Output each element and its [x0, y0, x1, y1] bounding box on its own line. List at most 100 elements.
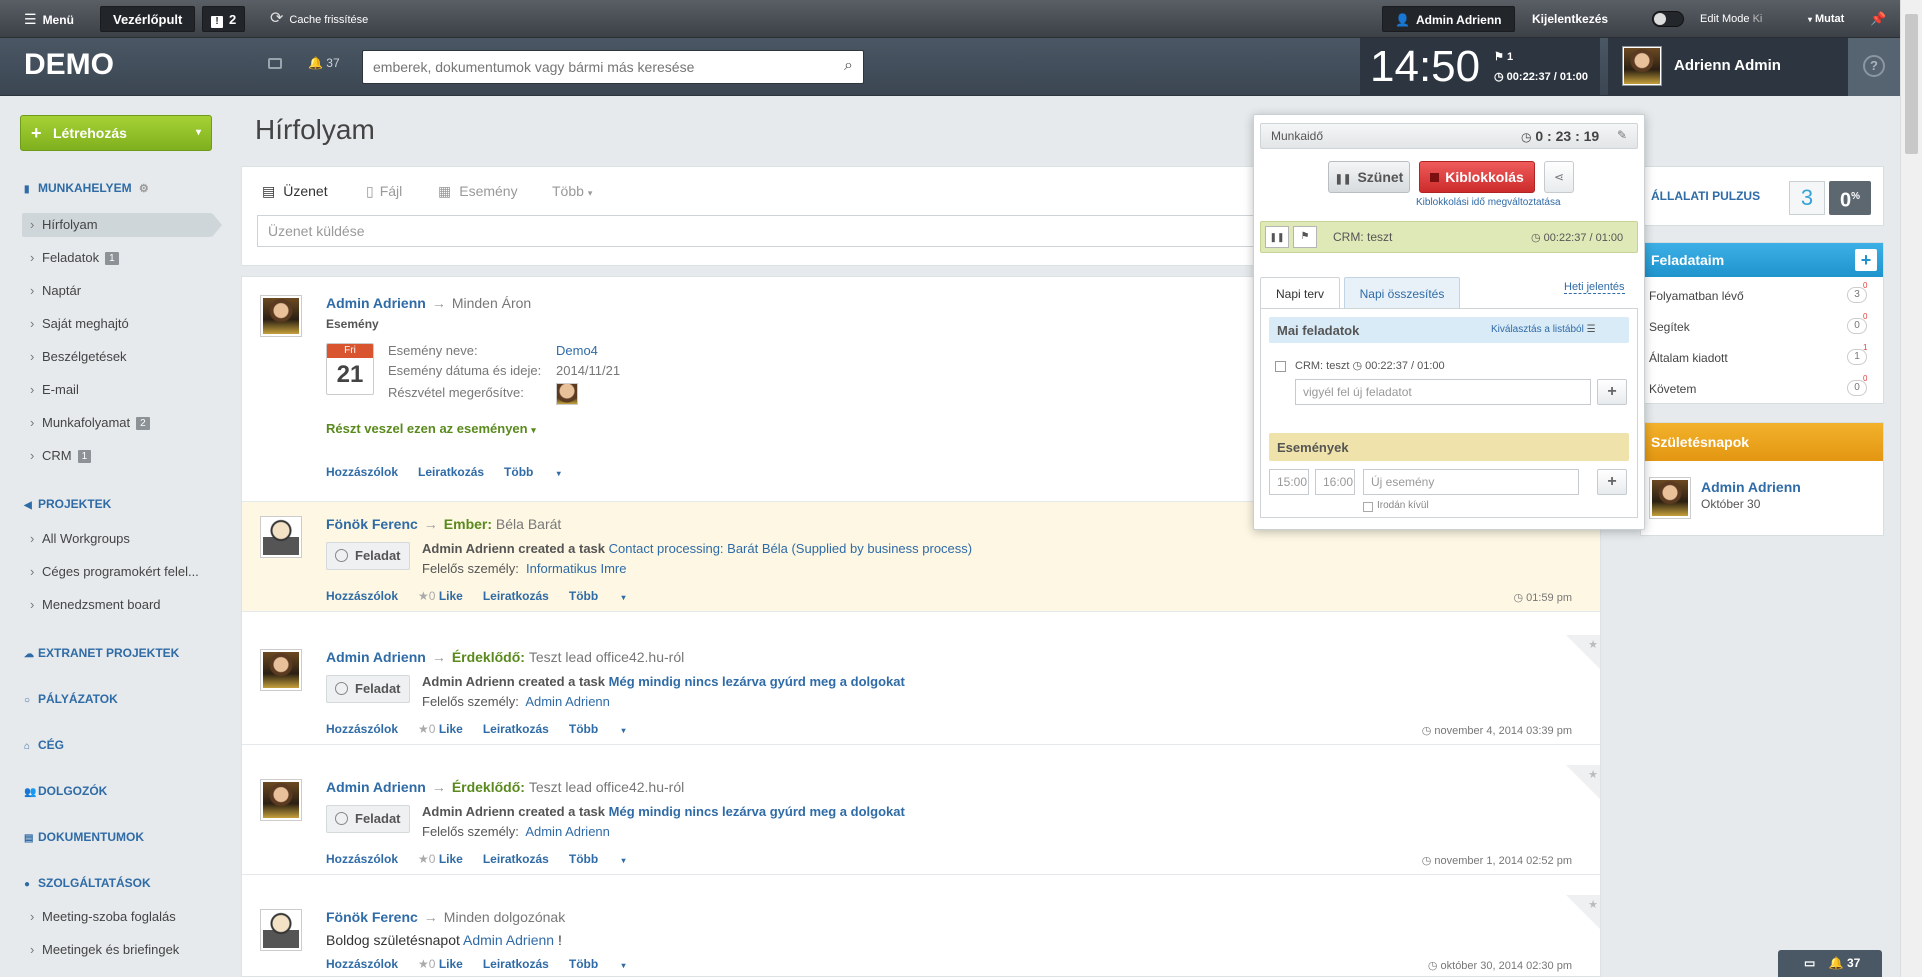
sidebar-item-management-board[interactable]: Menedzsment board [22, 593, 212, 617]
section-services[interactable]: ● SZOLGÁLTATÁSOK [24, 876, 151, 890]
out-of-office-checkbox[interactable] [1363, 502, 1373, 512]
tab-file[interactable]: ▯ Fájl [366, 183, 402, 200]
event-time-to[interactable]: 16:00 [1315, 469, 1355, 495]
birthday-name[interactable]: Admin Adrienn [1701, 479, 1801, 495]
sidebar-item-workflow[interactable]: Munkafolyamat2 [22, 411, 212, 435]
unsubscribe-link[interactable]: Leiratkozás [483, 957, 549, 971]
tab-more[interactable]: Több ▾ [552, 183, 592, 199]
unsubscribe-link[interactable]: Leiratkozás [418, 465, 484, 479]
new-event-input[interactable]: Új esemény [1363, 469, 1579, 495]
tab-daily-plan[interactable]: Napi terv [1260, 277, 1340, 309]
more-link[interactable]: Több ▾ [569, 722, 646, 736]
avatar[interactable] [260, 649, 302, 691]
task-row-assigned[interactable]: Általam kiadott [1649, 351, 1728, 365]
section-employees[interactable]: 👥 DOLGOZÓK [24, 784, 107, 798]
task-checkbox[interactable] [1275, 361, 1286, 372]
event-name-link[interactable]: Demo4 [556, 343, 598, 358]
tab-message[interactable]: ▤ Üzenet [262, 183, 328, 200]
edit-icon[interactable]: ✎ [1617, 128, 1627, 142]
responsible-link[interactable]: Informatikus Imre [526, 561, 626, 576]
clock-box[interactable]: 14:50 ⚑ 1 ◷ 00:22:37 / 01:00 [1360, 38, 1600, 96]
attend-dropdown[interactable]: Részt veszel ezen az eseményen ▾ [326, 421, 536, 436]
like-button[interactable]: ★0 Like [418, 957, 463, 971]
more-link[interactable]: Több ▾ [569, 957, 646, 971]
add-task-plus-button[interactable]: + [1597, 379, 1627, 405]
task-link[interactable]: Még mindig nincs lezárva gyúrd meg a dol… [609, 674, 905, 689]
avatar[interactable] [260, 779, 302, 821]
like-button[interactable]: ★0 Like [418, 722, 463, 736]
avatar[interactable] [260, 516, 302, 558]
sidebar-item-drive[interactable]: Saját meghajtó [22, 312, 212, 336]
sidebar-item-conversations[interactable]: Beszélgetések [22, 345, 212, 369]
scrollbar[interactable] [1900, 0, 1922, 977]
responsible-link[interactable]: Admin Adrienn [525, 824, 610, 839]
add-task-button[interactable]: + [1855, 249, 1877, 271]
sidebar-item-meeting-room[interactable]: Meeting-szoba foglalás [22, 905, 212, 929]
post-author[interactable]: Admin Adrienn → Érdeklődő: Teszt lead offi… [326, 779, 684, 795]
sidebar-item-company-programs[interactable]: Céges programokért felel... [22, 560, 212, 584]
share-button[interactable]: ⋖ [1544, 161, 1574, 193]
avatar[interactable] [1649, 477, 1691, 519]
comment-link[interactable]: Hozzászólok [326, 589, 398, 603]
task-row-in-progress[interactable]: Folyamatban lévő [1649, 289, 1744, 303]
sidebar-item-feed[interactable]: Hírfolyam [22, 213, 212, 237]
more-link[interactable]: Több ▾ [569, 852, 646, 866]
like-button[interactable]: ★0 Like [418, 589, 463, 603]
task-row-following[interactable]: Követem [1649, 382, 1696, 396]
search-icon[interactable]: ⌕ [844, 57, 853, 75]
more-link[interactable]: Több ▾ [504, 465, 581, 479]
sidebar-item-workgroups[interactable]: All Workgroups [22, 527, 212, 551]
task-row-helping[interactable]: Segítek [1649, 320, 1690, 334]
responsible-link[interactable]: Admin Adrienn [525, 694, 610, 709]
flag-task-button[interactable]: ⚑ [1293, 226, 1317, 248]
user-box[interactable]: Adrienn Admin [1608, 38, 1848, 96]
scrollbar-thumb[interactable] [1905, 14, 1918, 154]
avatar[interactable] [260, 295, 302, 337]
section-documents[interactable]: ▤ DOKUMENTUMOK [24, 830, 144, 844]
change-clockout-link[interactable]: Kiblokkolási idő megváltoztatása [1416, 197, 1561, 208]
logout-link[interactable]: Kijelentkezés [1532, 0, 1608, 38]
event-time-from[interactable]: 15:00 [1269, 469, 1309, 495]
post-author[interactable]: Admin Adrienn → Minden Áron [326, 295, 531, 311]
sidebar-item-email[interactable]: E-mail [22, 378, 212, 402]
sidebar-item-crm[interactable]: CRM1 [22, 444, 212, 468]
help-area[interactable]: ? [1848, 38, 1900, 96]
search-input[interactable] [363, 51, 813, 83]
section-tenders[interactable]: ○ PÁLYÁZATOK [24, 692, 118, 706]
favorite-corner[interactable]: ★ [1566, 635, 1600, 671]
weekly-report-link[interactable]: Heti jelentés [1564, 281, 1625, 294]
section-extranet[interactable]: ☁ EXTRANET PROJEKTEK [24, 646, 179, 660]
pin-icon[interactable]: 📌 [1870, 0, 1886, 38]
like-button[interactable]: ★0 Like [418, 852, 463, 866]
admin-user-button[interactable]: 👤 Admin Adrienn [1382, 6, 1515, 32]
menu-button[interactable]: ☰ Menü [24, 0, 74, 38]
mention-link[interactable]: Admin Adrienn [463, 932, 554, 948]
tab-daily-summary[interactable]: Napi összesítés [1344, 277, 1460, 309]
task-link[interactable]: Contact processing: Barát Béla (Supplied… [609, 541, 972, 556]
edit-mode-toggle[interactable] [1652, 11, 1684, 27]
section-workplace[interactable]: ▮ MUNKAHELYEM ⚙ [24, 181, 149, 195]
unsubscribe-link[interactable]: Leiratkozás [483, 589, 549, 603]
comment-link[interactable]: Hozzászólok [326, 722, 398, 736]
comment-link[interactable]: Hozzászólok [326, 465, 398, 479]
more-link[interactable]: Több ▾ [569, 589, 646, 603]
comment-link[interactable]: Hozzászólok [326, 957, 398, 971]
message-input[interactable]: Üzenet küldése [257, 215, 1367, 247]
bell-counter[interactable]: 🔔 37 [308, 56, 340, 70]
sidebar-item-meetings[interactable]: Meetingek és briefingek [22, 938, 212, 962]
tasks-title[interactable]: Feladataim [1641, 243, 1883, 277]
unsubscribe-link[interactable]: Leiratkozás [483, 852, 549, 866]
chat-button[interactable]: ▭ 🔔 37 [1778, 950, 1882, 977]
create-button[interactable]: + Létrehozás ▾ [20, 115, 212, 151]
pulse-widget[interactable]: ÁLLALATI PULZUS 3 0% [1640, 166, 1884, 226]
cache-refresh-button[interactable]: ⟳ Cache frissítése [270, 0, 368, 38]
sidebar-item-tasks[interactable]: Feladatok1 [22, 246, 212, 270]
pick-from-list-link[interactable]: Kiválasztás a listából ☰ [1491, 324, 1596, 335]
section-projects[interactable]: ◀ PROJEKTEK [24, 497, 111, 511]
post-author[interactable]: Fönök Ferenc → Minden dolgozónak [326, 909, 565, 925]
favorite-corner[interactable]: ★ [1566, 895, 1600, 931]
sidebar-item-calendar[interactable]: Naptár [22, 279, 212, 303]
tab-event[interactable]: ▦ Esemény [438, 183, 518, 200]
comment-link[interactable]: Hozzászólok [326, 852, 398, 866]
avatar[interactable] [260, 909, 302, 951]
